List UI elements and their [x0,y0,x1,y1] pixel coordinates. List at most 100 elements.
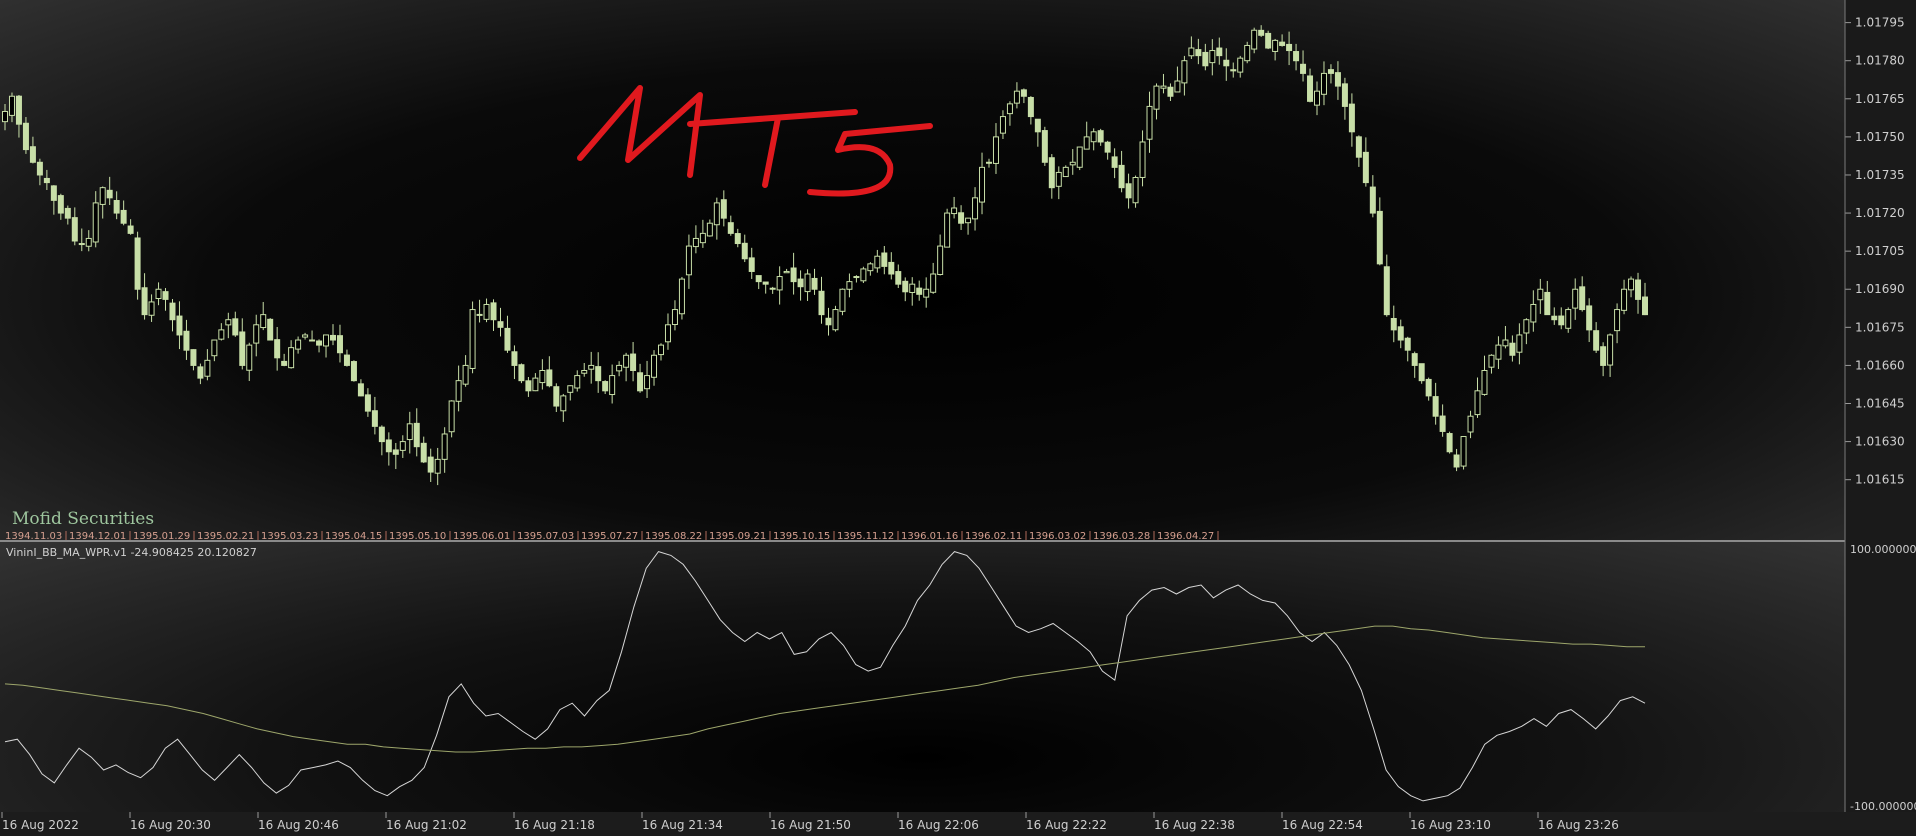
candle-body [769,287,776,290]
candle-body [350,361,357,382]
candle-body [1544,291,1551,316]
candle-body [1153,85,1160,110]
chart-root: 1.01795 1.01780 1.01765 1.01750 1.01735 1.017… [0,0,1916,836]
candle-body [309,339,316,342]
candle-body [720,199,727,219]
price-tick-label: 1.01795 [1855,16,1905,30]
candle-body [1111,156,1118,168]
candle-body [1404,337,1411,351]
overlay-date-label: 1395.08.22 [645,531,702,542]
time-tick-label: 16 Aug 22:54 [1282,818,1363,832]
candle-body [364,394,371,412]
candle-body [644,375,651,390]
time-tick-label: 16 Aug 23:26 [1538,818,1619,832]
candle-body [1418,363,1425,382]
candle-body [211,339,218,357]
time-tick-label: 16 Aug 22:38 [1154,818,1235,832]
candle-body [1006,103,1013,115]
candle-body [567,385,574,393]
candle-body [253,324,260,344]
candle-body [1460,436,1467,467]
candle-body [588,364,595,370]
candle-body [1034,118,1041,133]
candle-body [455,380,462,402]
candle-body [727,222,734,234]
candle-body [1237,57,1244,73]
candle-body [1104,141,1111,153]
candle-body [246,344,253,371]
candle-body [1244,44,1251,62]
candle-body [1069,161,1076,166]
candle-body [1397,326,1404,341]
candle-body [553,386,560,407]
candle-body [783,270,790,274]
candle-body [1411,353,1418,366]
candle-body [85,237,92,247]
price-tick-label: 1.01675 [1855,320,1905,334]
candle-body [916,287,923,295]
candle-body [15,95,22,125]
candle-body [302,334,309,338]
candle-body [1642,296,1648,316]
candle-body [951,207,958,215]
candle-body [1537,288,1544,301]
candle-body [476,313,483,316]
candle-body [462,364,469,385]
candle-body [1167,86,1174,97]
time-tick-label: 16 Aug 22:06 [898,818,979,832]
overlay-date-label: 1396.01.16 [901,531,958,542]
candle-body [972,197,979,220]
candle-body [316,340,323,346]
candle-body [1481,369,1488,395]
annotation-text: MT5 [700,142,721,153]
overlay-date-label: 1396.03.02 [1029,531,1086,542]
overlay-date-label: 1395.10.15 [773,531,830,542]
candle-body [839,288,846,312]
indicator-tick-label: 100.000000 [1850,543,1916,556]
candle-body [986,161,992,164]
candle-body [1334,72,1341,87]
candle-body [1272,39,1279,52]
candle-body [1593,330,1600,351]
candle-body [343,354,350,366]
candle-body [1362,151,1369,184]
candle-body [1628,278,1635,291]
candle-body [1376,210,1383,265]
candle-body [183,330,190,351]
price-tick-label: 1.01705 [1855,244,1905,258]
candle-body [1265,32,1272,49]
candle-body [651,354,658,378]
candle-body [902,280,909,293]
candle-body [1383,266,1390,316]
price-tick-label: 1.01765 [1855,92,1905,106]
candle-body [490,302,497,321]
candle-body [330,334,336,341]
chart-svg: 1.01795 1.01780 1.01765 1.01750 1.01735 1.017… [1,0,1916,832]
candle-body [441,433,448,460]
time-tick-label: 16 Aug 21:34 [642,818,723,832]
overlay-date-label: 1396.04.27 [1157,531,1214,542]
overlay-date-label: 1395.01.29 [133,531,190,542]
overlay-date-label: 1396.03.28 [1093,531,1150,542]
candle-body [937,245,944,275]
overlay-date-label: 1395.09.21 [709,531,766,542]
candle-body [36,161,43,176]
candle-body [225,319,232,326]
candle-body [274,339,281,359]
candle-body [99,187,106,205]
candle-body [281,360,288,366]
candle-body [574,375,581,389]
candle-body [239,331,246,366]
candle-body [1181,60,1188,84]
candle-body [232,318,239,336]
candle-body [762,281,769,285]
overlay-date-label: 1396.02.11 [965,531,1022,542]
candle-body [888,261,895,275]
candle-body [1607,334,1614,366]
candle-body [197,366,204,379]
price-tick-label: 1.01615 [1855,473,1905,487]
candle-body [1293,51,1300,62]
candle-body [420,442,427,463]
candle-body [169,302,176,321]
price-tick-label: 1.01750 [1855,130,1905,144]
